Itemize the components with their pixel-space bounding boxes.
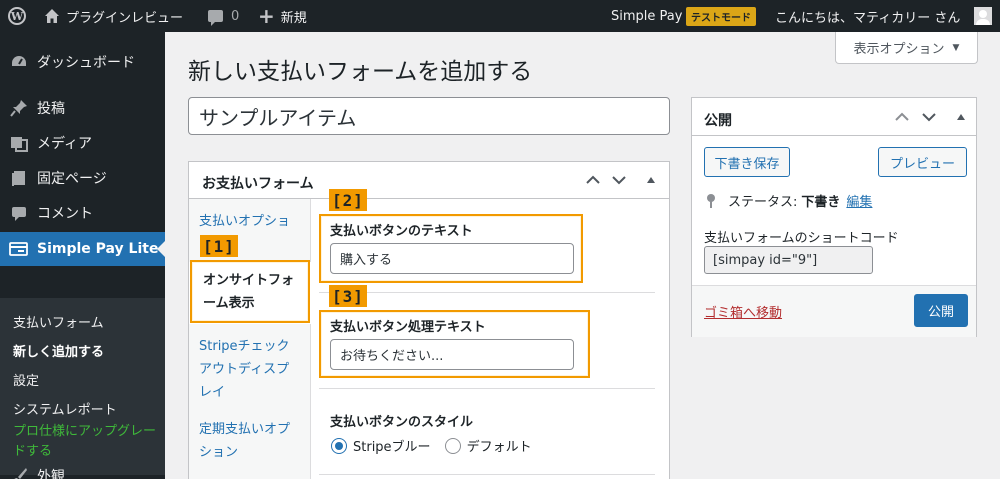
move-up-icon[interactable]	[583, 170, 603, 190]
comment-icon	[9, 203, 29, 223]
radio-stripe-blue[interactable]	[331, 437, 347, 454]
button-style-options: Stripeブルー デフォルト	[331, 436, 532, 455]
highlight-label-2: [2]	[329, 189, 367, 211]
sidebar-item-label: 固定ページ	[37, 171, 107, 187]
move-down-icon[interactable]	[609, 170, 629, 190]
simplepay-icon	[9, 239, 29, 259]
publish-box-header: 公開	[692, 98, 976, 136]
sidebar-item-posts[interactable]: 投稿	[0, 91, 165, 125]
sidebar-item-label: 投稿	[37, 101, 65, 117]
test-mode-badge[interactable]: テストモード	[686, 7, 756, 26]
admin-sidebar: ダッシュボード 投稿 メディア 固定ページ コメント Simple Pay Li…	[0, 32, 165, 479]
collapse-toggle-icon[interactable]	[951, 107, 971, 127]
submenu-upgrade[interactable]: プロ仕様にアップグレードする	[13, 422, 158, 462]
radio-stripe-blue-label: Stripeブルー	[353, 440, 431, 455]
sidebar-item-media[interactable]: メディア	[0, 126, 165, 160]
highlight-box-1	[190, 260, 310, 323]
move-up-icon[interactable]	[892, 107, 912, 127]
button-style-label: 支払いボタンのスタイル	[330, 415, 474, 430]
status-row: ステータス: 下書き 編集	[706, 191, 872, 210]
wordpress-logo-icon[interactable]: W	[8, 0, 28, 32]
dashboard-icon	[9, 52, 29, 72]
user-greeting[interactable]: こんにちは、マティカリー さん	[775, 0, 960, 32]
publish-box-title: 公開	[704, 113, 732, 129]
sidebar-item-label: ダッシュボード	[37, 55, 135, 71]
page-title: 新しい支払いフォームを追加する	[188, 59, 533, 85]
save-draft-button[interactable]: 下書き保存	[704, 147, 790, 177]
collapse-toggle-icon[interactable]	[641, 170, 661, 190]
highlight-box-3	[319, 310, 590, 378]
form-title-input[interactable]	[188, 97, 670, 135]
comments-link[interactable]: 0	[208, 0, 239, 32]
payment-form-box-header: お支払いフォーム	[189, 162, 669, 199]
sidebar-item-label: Simple Pay Lite	[37, 241, 159, 257]
publish-box: 公開 下書き保存 プレビュー ステータス: 下書き 編集 支払いフォームのショー…	[691, 97, 977, 337]
trash-link[interactable]: ゴミ箱へ移動	[704, 302, 782, 321]
submenu-settings[interactable]: 設定	[13, 370, 39, 389]
submenu-system-report[interactable]: システムレポート	[13, 399, 117, 418]
highlight-box-2	[319, 214, 583, 283]
simplepay-adminbar-link[interactable]: Simple Pay	[611, 0, 682, 32]
screen-options-button[interactable]: 表示オプション ▼	[835, 32, 978, 64]
admin-bar: W プラグインレビュー 0 + 新規 Simple Pay テストモード こんに…	[0, 0, 1000, 32]
divider	[319, 474, 655, 475]
sidebar-item-label: 外観	[37, 469, 65, 479]
highlight-label-3: [3]	[329, 285, 367, 307]
sidebar-item-label: メディア	[37, 136, 93, 152]
comments-count: 0	[231, 8, 240, 24]
status-edit-link[interactable]: 編集	[846, 191, 872, 210]
status-value: 下書き	[801, 195, 841, 210]
screen-options-label: 表示オプション	[853, 42, 945, 57]
tab-recurring-options[interactable]: 定期支払いオプション	[189, 418, 310, 464]
move-down-icon[interactable]	[919, 107, 939, 127]
caret-down-icon: ▼	[952, 42, 960, 53]
site-name-label: プラグインレビュー	[66, 10, 184, 26]
page-icon	[9, 168, 29, 188]
sidebar-item-simplepay[interactable]: Simple Pay Lite	[0, 232, 165, 266]
submenu-payment-forms[interactable]: 支払いフォーム	[13, 312, 104, 331]
submenu-add-new[interactable]: 新しく追加する	[13, 341, 104, 360]
home-icon	[45, 9, 59, 23]
sidebar-item-dashboard[interactable]: ダッシュボード	[0, 45, 165, 79]
new-content-link[interactable]: + 新規	[258, 0, 307, 32]
divider	[319, 388, 655, 389]
payment-form-box-title: お支払いフォーム	[202, 176, 314, 192]
highlight-label-1: [1]	[200, 235, 238, 257]
sidebar-item-comments[interactable]: コメント	[0, 196, 165, 230]
radio-default[interactable]	[444, 437, 461, 454]
pin-icon	[9, 98, 29, 118]
status-label: ステータス:	[728, 195, 798, 210]
simplepay-submenu: 支払いフォーム 新しく追加する 設定 システムレポート プロ仕様にアップグレード…	[0, 298, 165, 475]
sidebar-item-label: コメント	[37, 206, 93, 222]
comment-icon	[208, 10, 223, 26]
plus-icon: +	[258, 4, 275, 28]
brush-icon	[9, 466, 29, 479]
site-name-link[interactable]: プラグインレビュー	[44, 0, 183, 32]
sidebar-item-pages[interactable]: 固定ページ	[0, 161, 165, 195]
new-label: 新規	[280, 10, 307, 26]
publish-button[interactable]: 公開	[914, 294, 968, 327]
media-icon	[9, 133, 29, 153]
sidebar-item-appearance[interactable]: 外観	[0, 459, 165, 479]
shortcode-field[interactable]: [simpay id="9"]	[704, 246, 873, 274]
publish-box-footer: ゴミ箱へ移動 公開	[692, 285, 976, 337]
radio-default-label: デフォルト	[466, 440, 532, 455]
tab-stripe-checkout-display[interactable]: Stripeチェックアウトディスプレイ	[189, 335, 310, 404]
divider	[319, 292, 655, 293]
avatar[interactable]	[974, 7, 992, 25]
shortcode-label: 支払いフォームのショートコード	[704, 231, 899, 246]
pin-icon	[707, 193, 715, 208]
preview-button[interactable]: プレビュー	[878, 147, 967, 177]
